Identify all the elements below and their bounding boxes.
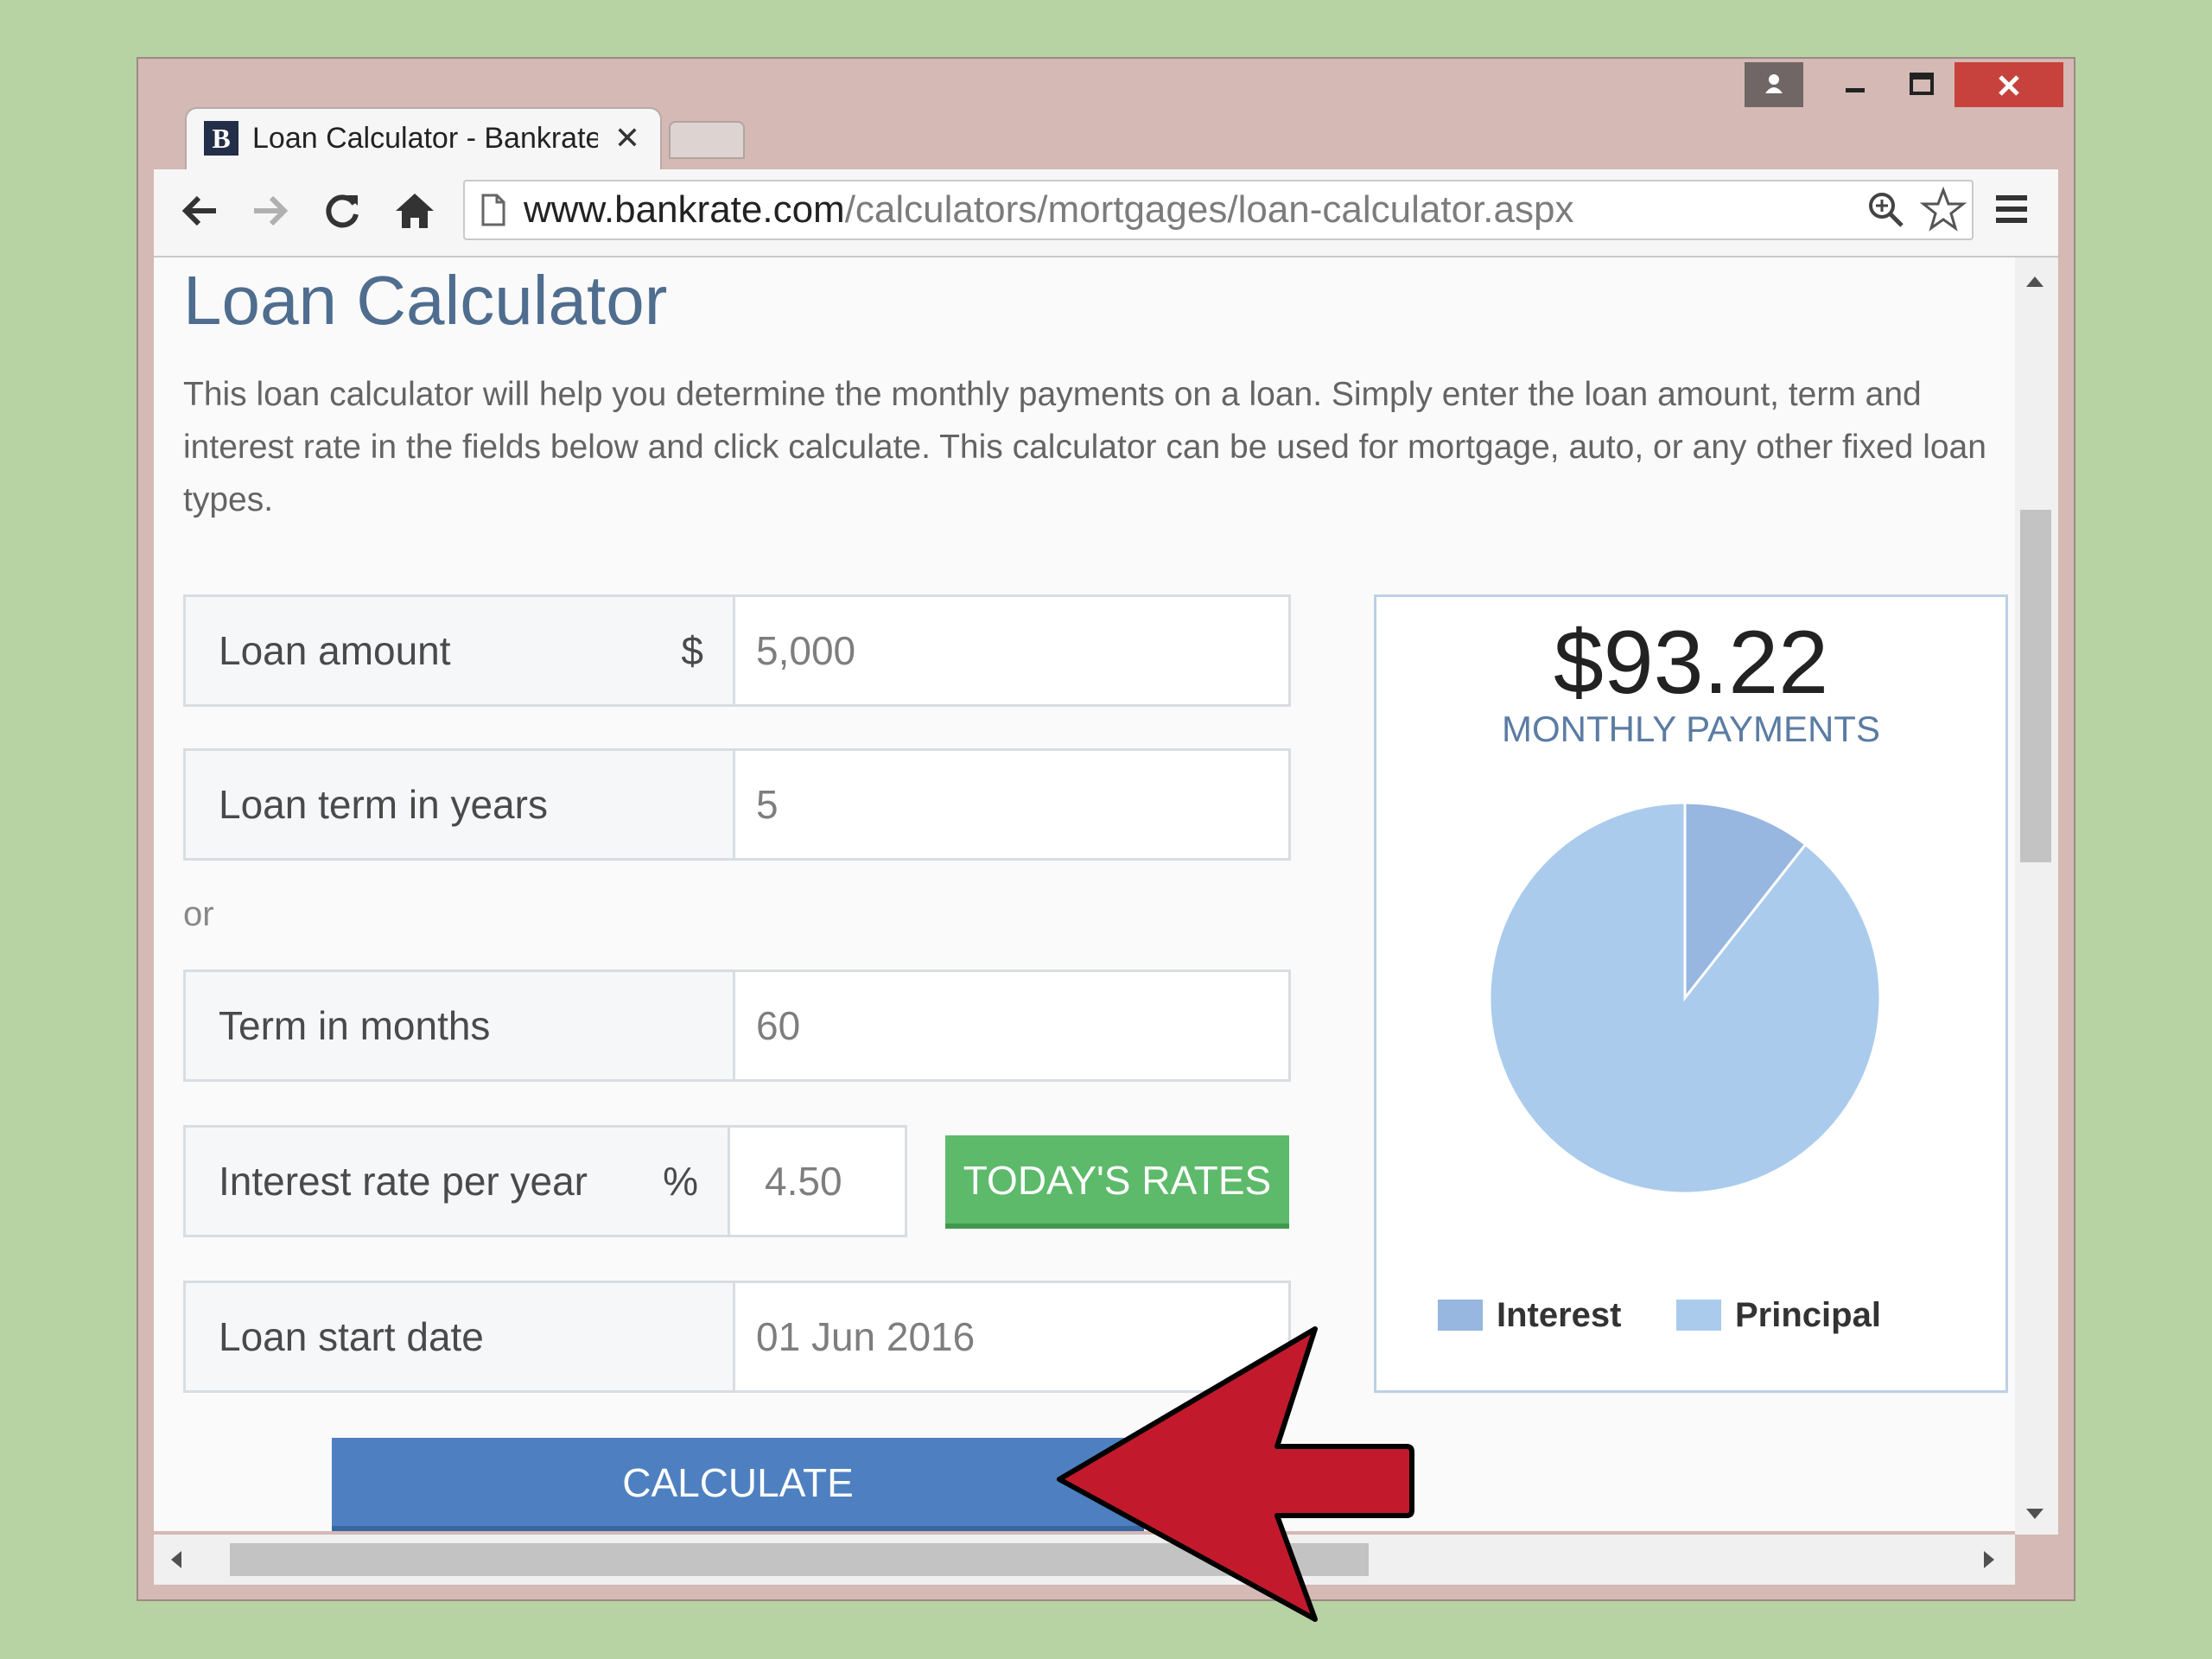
start-date-input[interactable]: 01 Jun 2016 (756, 1283, 975, 1390)
interest-rate-input[interactable]: 4.50 (765, 1128, 842, 1235)
payment-pie-chart (1488, 801, 1882, 1195)
term-months-row: Term in months 60 (183, 969, 1291, 1082)
monthly-payment-value: $93.22 (1553, 613, 1829, 713)
url-path: /calculators/mortgages/loan-calculator.a… (844, 188, 1574, 231)
forward-arrow-icon[interactable] (244, 185, 296, 237)
loan-amount-label-cell: Loan amount $ (186, 597, 735, 704)
page-icon (480, 194, 506, 226)
loan-amount-input[interactable]: 5,000 (756, 597, 855, 704)
intro-paragraph: This loan calculator will help you deter… (183, 376, 1986, 518)
scroll-up-arrow-icon[interactable] (2024, 273, 2046, 289)
page-title: Loan Calculator (183, 262, 668, 339)
todays-rates-button[interactable]: TODAY'S RATES (945, 1135, 1289, 1229)
legend-swatch-interest (1438, 1300, 1483, 1331)
zoom-icon[interactable] (1866, 190, 1906, 230)
annotation-arrow-icon (1057, 1326, 1414, 1622)
url-text: www.bankrate.com/calculators/mortgages/l… (524, 180, 1820, 240)
url-host: www.bankrate.com (524, 188, 845, 231)
bookmark-star-icon[interactable] (1919, 186, 1967, 233)
tab-close-icon[interactable]: ✕ (610, 119, 645, 157)
reload-icon[interactable] (316, 185, 368, 237)
interest-rate-row: Interest rate per year % 4.50 (183, 1125, 907, 1237)
close-window-button[interactable] (1955, 62, 2063, 107)
loan-amount-label: Loan amount (219, 628, 451, 673)
menu-icon[interactable] (1993, 190, 2031, 228)
pie-slice-principal (1488, 801, 1882, 1195)
loan-term-years-input[interactable]: 5 (756, 751, 779, 858)
monthly-payment-caption: MONTHLY PAYMENTS (1502, 709, 1880, 749)
legend-swatch-principal (1676, 1300, 1721, 1331)
tab-title: Loan Calculator - Bankrate (252, 122, 598, 155)
interest-rate-label-cell: Interest rate per year % (186, 1128, 730, 1235)
maximize-button[interactable] (1889, 62, 1955, 107)
vertical-scroll-thumb[interactable] (2020, 510, 2051, 862)
legend-label-interest: Interest (1497, 1296, 1622, 1334)
interest-rate-label: Interest rate per year (219, 1159, 588, 1204)
start-date-label-cell: Loan start date (186, 1283, 735, 1390)
loan-term-years-row: Loan term in years 5 (183, 748, 1291, 861)
home-icon[interactable] (389, 185, 441, 237)
loan-amount-row: Loan amount $ 5,000 (183, 594, 1291, 707)
legend-label-principal: Principal (1735, 1296, 1881, 1334)
loan-term-label-cell: Loan term in years (186, 751, 735, 858)
percent-unit: % (663, 1159, 698, 1204)
term-months-label-cell: Term in months (186, 972, 735, 1079)
dollar-unit: $ (681, 628, 703, 673)
or-label: or (183, 895, 214, 933)
scroll-left-arrow-icon[interactable] (168, 1548, 183, 1571)
loan-term-years-label: Loan term in years (219, 782, 548, 827)
term-months-input[interactable]: 60 (756, 972, 800, 1079)
start-date-label: Loan start date (219, 1314, 484, 1359)
minimize-button[interactable] (1823, 62, 1889, 107)
calculate-button[interactable]: CALCULATE (332, 1438, 1144, 1531)
term-months-label: Term in months (219, 1003, 491, 1048)
scroll-right-arrow-icon[interactable] (1982, 1548, 1998, 1571)
vertical-scrollbar[interactable] (2015, 257, 2058, 1535)
back-arrow-icon[interactable] (175, 185, 226, 237)
user-profile-button[interactable] (1745, 62, 1803, 107)
scroll-down-arrow-icon[interactable] (2024, 1507, 2046, 1522)
new-tab-button[interactable] (669, 121, 745, 159)
bankrate-favicon-icon: B (204, 121, 238, 156)
